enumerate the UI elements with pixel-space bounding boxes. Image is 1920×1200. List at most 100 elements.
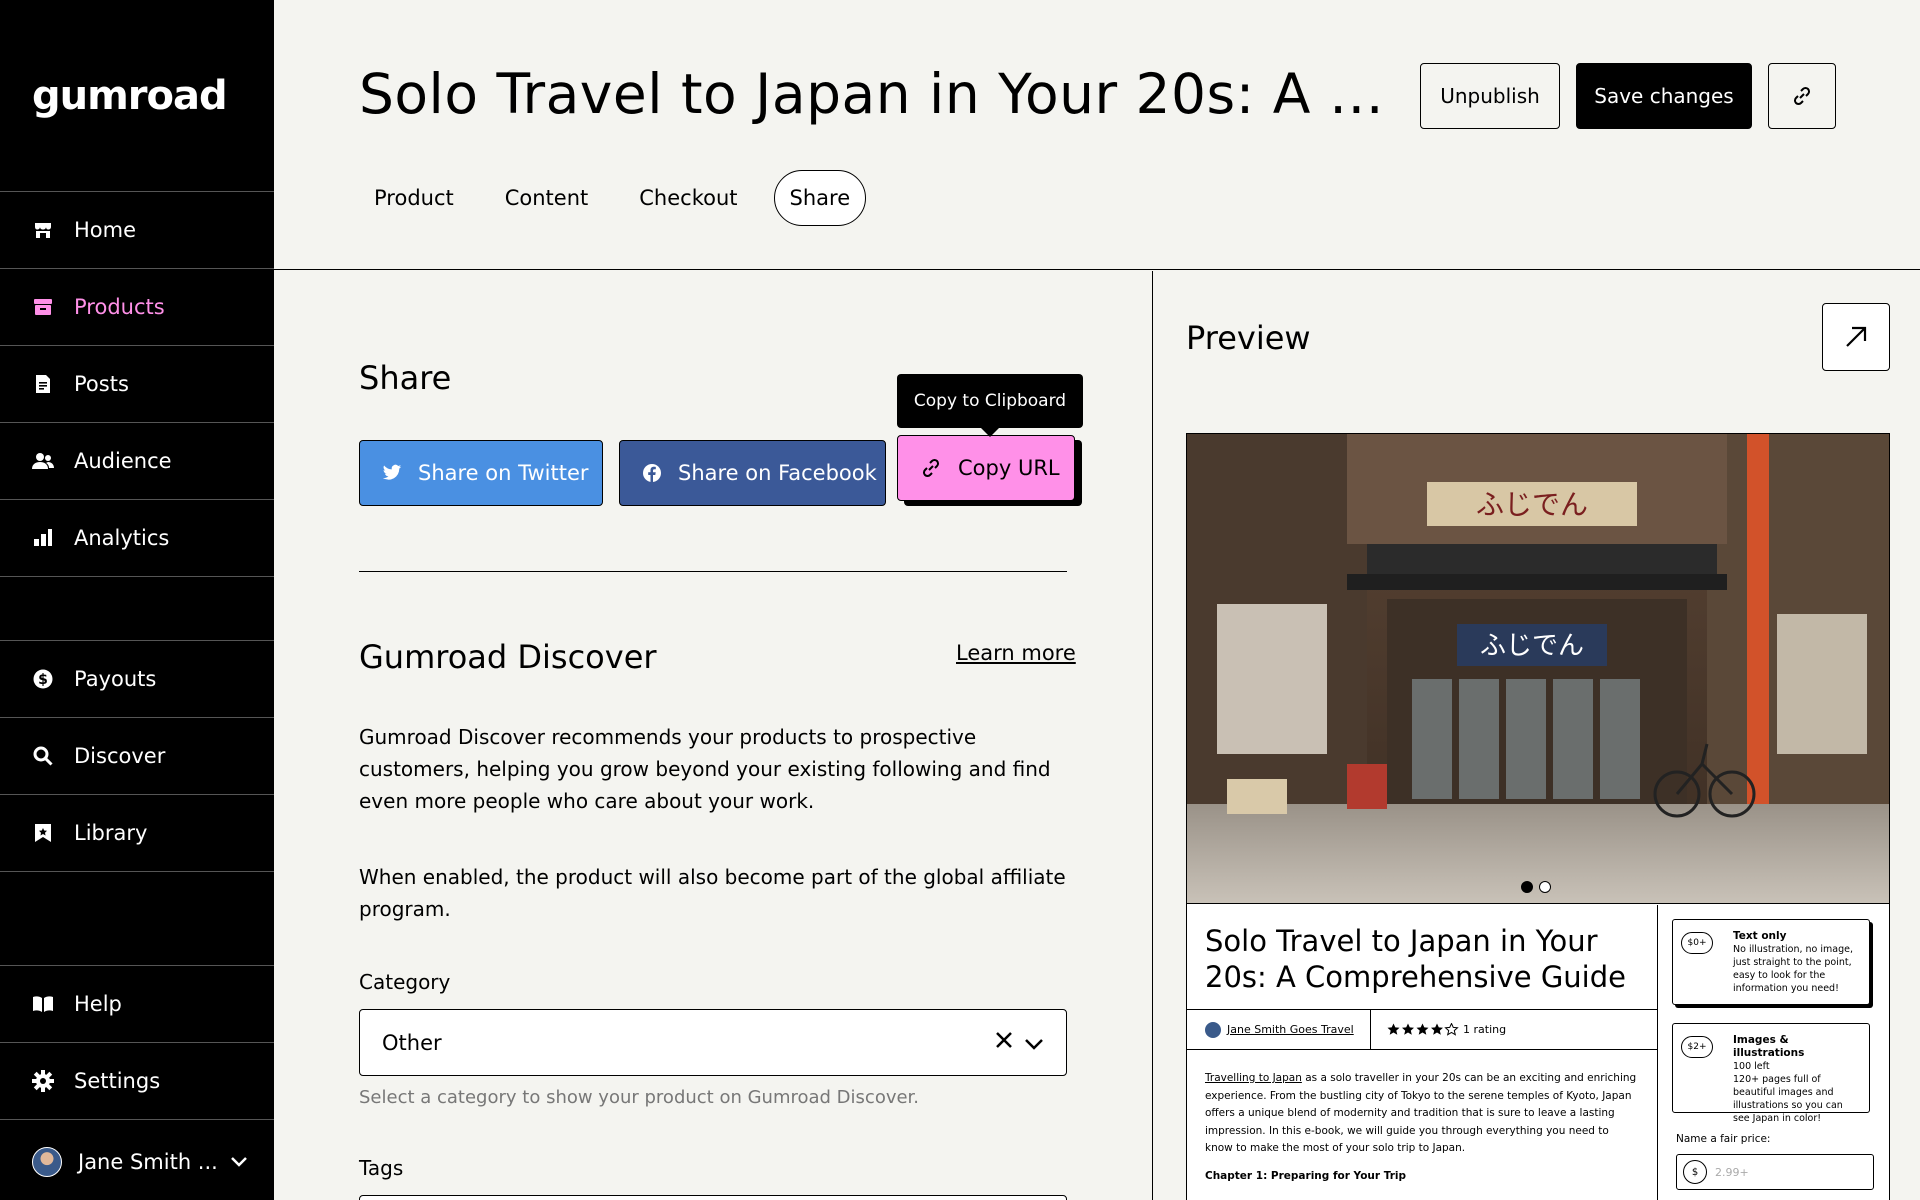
sidebar-item-settings[interactable]: Settings [0,1043,274,1120]
store-icon [32,219,54,241]
sidebar-item-label: Library [74,821,148,845]
tier-option[interactable]: $2+ Images & illustrations 100 left 120+… [1672,1023,1870,1124]
sidebar-item-home[interactable]: Home [0,192,274,269]
twitter-icon [382,464,402,482]
tier-remaining: 100 left [1733,1061,1770,1072]
author-link[interactable]: Jane Smith Goes Travel [1187,1010,1371,1049]
gear-icon [32,1070,54,1092]
tab-bar: Product Content Checkout Share [359,170,887,226]
people-icon [32,450,54,472]
tier-price: $0+ [1681,932,1713,954]
tab-product[interactable]: Product [359,170,469,226]
sidebar-item-library[interactable]: Library [0,795,274,872]
author-name: Jane Smith Goes Travel [1227,1023,1354,1036]
arrow-up-right-icon [1843,324,1869,350]
learn-more-link[interactable]: Learn more [956,641,1076,665]
avatar [1205,1021,1221,1038]
tier-price: $2+ [1681,1036,1713,1058]
product-preview-card: ふじでん ふじでん Solo Travel to Japan in Your 2… [1186,433,1890,1200]
sidebar-item-payouts[interactable]: $ Payouts [0,641,274,718]
sidebar-item-label: Posts [74,372,129,396]
bookmark-icon [32,822,54,844]
dollar-circle-icon: $ [32,668,54,690]
clear-icon[interactable] [994,1030,1014,1055]
link-icon [920,457,942,479]
tags-label: Tags [359,1156,404,1180]
sidebar-item-label: Products [74,295,165,319]
sidebar-item-posts[interactable]: Posts [0,346,274,423]
sidebar-separator [0,872,274,966]
tier-description: 120+ pages full of beautiful images and … [1733,1074,1843,1124]
carousel-dot[interactable] [1521,881,1533,893]
archive-icon [32,296,54,318]
price-input[interactable]: $ 2.99+ [1676,1154,1874,1190]
tier-option[interactable]: $0+ Text only No illustration, no image,… [1672,919,1870,1005]
open-preview-button[interactable] [1822,303,1890,371]
user-name: Jane Smith ... [78,1149,218,1174]
share-panel: Share Share on Twitter Share on Facebook… [274,271,1152,1200]
price-placeholder: 2.99+ [1715,1165,1749,1179]
product-info: Solo Travel to Japan in Your 20s: A Comp… [1187,905,1657,1182]
user-menu[interactable]: Jane Smith ... [0,1123,274,1200]
preview-title: Preview [1186,319,1311,357]
product-description: Travelling to Japan as a solo traveller … [1205,1072,1637,1154]
tier-name: Text only [1733,930,1787,942]
tab-checkout[interactable]: Checkout [624,170,752,226]
tab-content[interactable]: Content [490,170,604,226]
carousel-dots [1521,881,1551,893]
sidebar-item-products[interactable]: Products [0,269,274,346]
discover-description: Gumroad Discover recommends your product… [359,725,1051,813]
sidebar-item-discover[interactable]: Discover [0,718,274,795]
product-cover-image[interactable]: ふじでん ふじでん [1187,434,1889,904]
facebook-icon [642,463,662,483]
share-facebook-button[interactable]: Share on Facebook [619,440,886,506]
sidebar-item-label: Audience [74,449,172,473]
discover-section-title: Gumroad Discover [359,638,657,676]
page-title: Solo Travel to Japan in Your 20s: A Comp… [359,62,1404,126]
category-label: Category [359,970,451,994]
twitter-label: Share on Twitter [418,461,589,485]
product-title: Solo Travel to Japan in Your 20s: A Comp… [1187,905,1657,1010]
chevron-down-icon [230,1156,248,1168]
bar-chart-icon [32,527,54,549]
rating: 1 rating [1371,1010,1506,1049]
chevron-down-icon[interactable] [1024,1032,1044,1056]
sidebar-item-label: Help [74,992,122,1016]
copy-link-button[interactable] [1768,63,1836,129]
preview-panel: Preview ふじでん ふじでん Solo Travel to Japan i… [1152,271,1920,1200]
product-meta: Jane Smith Goes Travel 1 rating [1187,1010,1657,1050]
category-select[interactable]: Other [359,1009,1067,1076]
facebook-label: Share on Facebook [678,461,877,485]
copy-url-button[interactable]: Copy URL [897,435,1075,501]
sidebar-item-help[interactable]: Help [0,966,274,1043]
star-rating-icon [1387,1023,1459,1036]
sidebar-item-audience[interactable]: Audience [0,423,274,500]
chapter-heading: Chapter 1: Preparing for Your Trip [1205,1169,1407,1182]
svg-text:$: $ [38,672,48,688]
tier-description: No illustration, no image, just straight… [1733,944,1853,994]
divider [359,571,1067,572]
shop-sign: ふじでん [1480,631,1584,661]
rating-count: 1 rating [1463,1023,1507,1036]
share-twitter-button[interactable]: Share on Twitter [359,440,603,506]
tab-share[interactable]: Share [773,170,867,226]
document-icon [32,373,54,395]
currency-symbol: $ [1683,1160,1707,1184]
sidebar-item-label: Payouts [74,667,157,691]
tags-input[interactable] [359,1195,1067,1200]
carousel-dot[interactable] [1539,881,1551,893]
book-icon [32,993,54,1015]
save-button[interactable]: Save changes [1576,63,1752,129]
copy-tooltip: Copy to Clipboard [897,374,1083,437]
sidebar-item-label: Analytics [74,526,170,550]
description-link[interactable]: Travelling to Japan [1205,1072,1302,1084]
share-section-title: Share [359,359,452,397]
sidebar-item-analytics[interactable]: Analytics [0,500,274,577]
search-icon [32,745,54,767]
tier-name: Images & illustrations [1733,1034,1805,1059]
page-header: Solo Travel to Japan in Your 20s: A Comp… [274,0,1920,270]
category-hint: Select a category to show your product o… [359,1087,920,1108]
gumroad-logo[interactable]: gumroad [0,0,274,192]
sidebar-item-label: Discover [74,744,166,768]
unpublish-button[interactable]: Unpublish [1420,63,1560,129]
